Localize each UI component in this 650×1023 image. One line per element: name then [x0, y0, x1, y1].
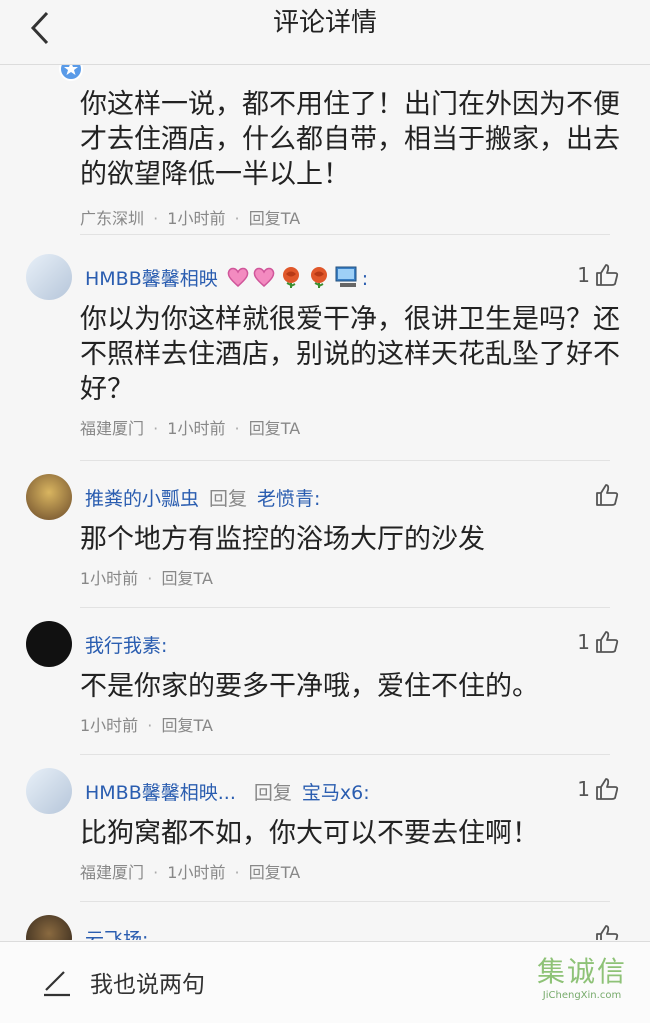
thumbs-up-icon — [596, 778, 619, 800]
comment-input[interactable]: 我也说两句 — [40, 960, 205, 1004]
comment-header: 我行我素: — [85, 631, 167, 658]
like-button[interactable] — [590, 923, 620, 940]
avatar[interactable] — [26, 254, 72, 300]
commenter-name[interactable]: HMBB馨馨相映... — [85, 782, 236, 804]
watermark-logo: 集诚信 JiChengXin.com — [522, 950, 642, 1016]
bottom-bar: 我也说两句 集诚信 JiChengXin.com — [0, 941, 650, 1023]
reply-label: 回复 — [209, 488, 248, 510]
comment-info: 福建厦门1小时前回复TA — [80, 859, 300, 883]
pencil-icon — [44, 971, 70, 997]
rose-icon — [306, 265, 332, 294]
commenter-name[interactable]: 云飞扬: — [85, 929, 148, 940]
heart-icon — [252, 266, 276, 293]
reply-link[interactable]: 回复TA — [225, 863, 300, 882]
comment-input-placeholder: 我也说两句 — [90, 972, 205, 998]
comment-text: 不是你家的要多干净哦，爱住不住的。 — [80, 671, 539, 702]
divider — [80, 901, 610, 902]
commenter-name[interactable]: 我行我素: — [85, 635, 167, 657]
comment-info: 广东深圳1小时前回复TA — [80, 205, 300, 229]
comment-time: 1小时前 — [80, 569, 139, 588]
watermark-url: JiChengXin.com — [542, 990, 622, 1001]
thumbs-up-icon — [596, 264, 619, 286]
comment-info: 福建厦门1小时前回复TA — [80, 415, 300, 439]
comment-time: 1小时前 — [144, 209, 225, 228]
heart-icon — [226, 266, 250, 293]
divider — [80, 460, 610, 461]
like-button[interactable] — [590, 482, 620, 508]
comment-text: 那个地方有监控的浴场大厅的沙发 — [80, 524, 485, 555]
comment-header: HMBB馨馨相映 : — [85, 264, 368, 294]
comment-info: 1小时前回复TA — [80, 565, 213, 589]
comment-location: 广东深圳 — [80, 209, 145, 228]
divider — [80, 754, 610, 755]
rose-icon — [278, 265, 304, 294]
thumbs-up-icon — [596, 925, 619, 940]
comment-time: 1小时前 — [80, 716, 139, 735]
comment-info: 1小时前回复TA — [80, 712, 213, 736]
thumbs-up-icon — [596, 631, 619, 653]
verified-badge-icon — [59, 65, 83, 81]
comment-text: 你以为你这样就很爱干净，很讲卫生是吗？还不照样去住酒店，别说的这样天花乱坠了好不… — [80, 304, 620, 405]
like-button[interactable]: 1 — [577, 262, 620, 288]
reply-link[interactable]: 回复TA — [138, 569, 213, 588]
avatar[interactable] — [26, 474, 72, 520]
comment-text: 比狗窝都不如，你大可以不要去住啊！ — [80, 818, 539, 849]
top-bar: 评论详情 — [0, 0, 650, 65]
comment-text: 你这样一说，都不用住了！出门在外因为不便才去住酒店，什么都自带，相当于搬家，出去… — [80, 89, 620, 190]
reply-link[interactable]: 回复TA — [138, 716, 213, 735]
comment-header: 推粪的小瓢虫 回复 老愤青: — [85, 484, 320, 511]
divider — [80, 234, 610, 235]
comment-header: HMBB馨馨相映... 回复 宝马x6: — [85, 778, 370, 805]
like-button[interactable]: 1 — [577, 629, 620, 655]
commenter-name[interactable]: 推粪的小瓢虫 — [85, 488, 199, 510]
avatar[interactable] — [26, 621, 72, 667]
reply-target-name[interactable]: 老愤青: — [257, 488, 320, 510]
comment-location: 福建厦门 — [80, 419, 145, 438]
reply-link[interactable]: 回复TA — [225, 209, 300, 228]
like-count: 1 — [577, 777, 590, 801]
thumbs-up-icon — [596, 484, 619, 506]
watermark-text: 集诚信 — [536, 955, 627, 988]
like-count: 1 — [577, 630, 590, 654]
like-count: 1 — [577, 263, 590, 287]
divider — [80, 607, 610, 608]
commenter-name[interactable]: HMBB馨馨相映 — [85, 268, 218, 290]
reply-link[interactable]: 回复TA — [225, 419, 300, 438]
computer-icon — [334, 266, 360, 293]
avatar[interactable] — [26, 768, 72, 814]
reply-label: 回复 — [253, 782, 292, 804]
reply-target-name[interactable]: 宝马x6: — [302, 782, 370, 804]
comment-time: 1小时前 — [144, 863, 225, 882]
like-button[interactable]: 1 — [577, 776, 620, 802]
page-title: 评论详情 — [272, 8, 377, 38]
avatar[interactable] — [26, 915, 72, 940]
comment-time: 1小时前 — [144, 419, 225, 438]
comment-location: 福建厦门 — [80, 863, 145, 882]
comment-header: 云飞扬: — [85, 925, 148, 940]
comment-list[interactable]: 你这样一说，都不用住了！出门在外因为不便才去住酒店，什么都自带，相当于搬家，出去… — [0, 65, 650, 940]
